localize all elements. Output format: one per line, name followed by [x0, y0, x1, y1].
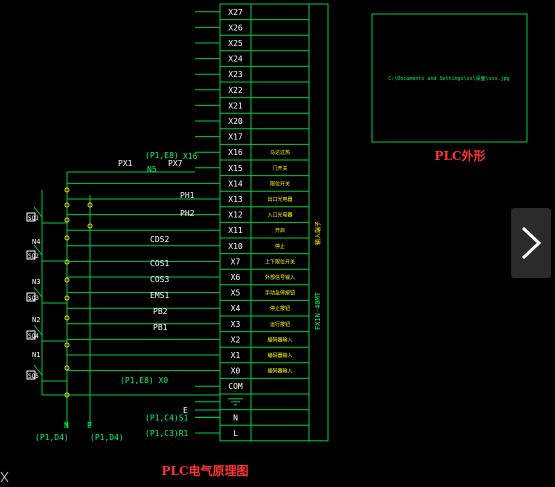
terminal-desc-x13: 出口光电器 [267, 196, 292, 203]
terminal-desc-x14: 限位开关 [270, 180, 290, 187]
terminal-label-n: N [233, 413, 238, 422]
terminal-label-x12: X12 [228, 211, 243, 220]
terminal-label-x1: X1 [231, 351, 241, 360]
label-sq: SQ5 [28, 373, 39, 380]
label-ref-top: (P1,E8) [145, 151, 179, 160]
label-ems1: EMS1 [150, 291, 169, 300]
terminal-label-com: COM [228, 382, 243, 391]
plc-schematic-title: PLC电气原理图 [161, 463, 248, 478]
label-bus-p: P [87, 421, 92, 430]
chevron-right-icon [521, 226, 542, 260]
terminal-label-x14: X14 [228, 179, 243, 188]
terminal-label-x7: X7 [231, 257, 241, 266]
terminal-desc-x11: 开启 [275, 227, 285, 234]
label-cos1: COS1 [150, 259, 169, 268]
label-ph2: PH2 [180, 209, 195, 218]
label-sq: SQ4 [28, 333, 39, 340]
plc-image-path: C:\Documents and Settings\ss\桌面\sss.jpg [388, 75, 509, 82]
plc-outline-title: PLC外形 [434, 148, 485, 163]
terminal-desc-x16: 马达过热 [270, 149, 290, 156]
label-x16-ref: X16 [183, 152, 198, 161]
terminal-block: X27 X26 X25 X24 X23 X22 X21 X20 X17 X16 马达过热 X15 门开关… [195, 3, 329, 442]
terminal-label-x6: X6 [231, 273, 241, 282]
terminal-label-x10: X10 [228, 242, 243, 251]
terminal-label-x13: X13 [228, 195, 243, 204]
label-n: N3 [32, 278, 40, 286]
label-ref-r1: (P1,C3)R1 [145, 429, 189, 438]
label-pb2: PB2 [153, 307, 168, 316]
terminal-desc-x4: 停止按钮 [270, 305, 290, 312]
terminal-label-x23: X23 [228, 70, 243, 79]
terminal-label-x11: X11 [228, 226, 243, 235]
label-n: N1 [32, 351, 40, 359]
terminal-label-x27: X27 [228, 8, 243, 17]
label-px7: PX7 [168, 159, 183, 168]
terminal-label-x20: X20 [228, 117, 243, 126]
terminal-label-x5: X5 [231, 289, 241, 298]
label-n5: N5 [147, 165, 157, 174]
terminal-label-x15: X15 [228, 164, 243, 173]
terminal-label-x24: X24 [228, 55, 243, 64]
terminal-desc-x1: 编码器输入 [267, 352, 292, 359]
terminal-desc-x6: 外部信号输入 [265, 274, 295, 281]
label-sq: SQ3 [28, 295, 39, 302]
label-sq: SQ2 [28, 253, 39, 260]
label-ph1: PH1 [180, 191, 195, 200]
label-px1: PX1 [118, 159, 133, 168]
terminal-label-x2: X2 [231, 335, 241, 344]
terminal-desc-x10: 停止 [275, 243, 285, 250]
next-slide-button[interactable] [511, 208, 551, 278]
label-cds2: CDS2 [150, 235, 169, 244]
terminal-label-l: L [233, 429, 238, 438]
label-bus-n: N [64, 421, 69, 430]
terminal-label-x4: X4 [231, 304, 241, 313]
terminal-label-x16: X16 [228, 148, 243, 157]
label-n: N2 [32, 316, 40, 324]
label-e: E [183, 406, 188, 415]
terminal-label-x17: X17 [228, 133, 243, 142]
terminal-desc-x7: 上下限位开关 [265, 258, 295, 265]
plc-side-label: 输入端子 [314, 221, 322, 245]
label-ref-left: (P1,D4) [35, 433, 69, 442]
label-n: N4 [32, 238, 40, 246]
terminal-desc-x12: 入口光电器 [267, 212, 292, 219]
label-ref-x0: (P1,E8) X0 [120, 376, 168, 385]
terminal-label-x22: X22 [228, 86, 243, 95]
terminal-desc-x0: 编码器输入 [267, 368, 292, 375]
terminal-desc-x15: 门开关 [272, 165, 287, 172]
terminal-label-x26: X26 [228, 23, 243, 32]
label-cos3: COS3 [150, 275, 169, 284]
terminal-desc-x3: 运行按钮 [270, 321, 290, 328]
label-sq: SQ1 [28, 215, 39, 222]
terminal-label-x21: X21 [228, 101, 243, 110]
terminal-desc-x2: 编码器输入 [267, 336, 292, 343]
plc-model-label: FX1N-40MT [314, 291, 322, 330]
schematic-canvas: X27 X26 X25 X24 X23 X22 X21 X20 X17 X16 马达过热 X15 门开关… [26, 3, 528, 478]
component-labels: PX1 PX7 N5 (P1,E8) X16 PH1 PH2 CDS2 COS1 COS3 EMS1… [28, 151, 198, 442]
label-pb1: PB1 [153, 323, 168, 332]
terminal-desc-x5: 手动急停按钮 [265, 290, 295, 297]
terminal-label-x25: X25 [228, 39, 243, 48]
label-ref-s1: (P1,C4)S1 [145, 413, 189, 422]
terminal-label-x0: X0 [231, 367, 241, 376]
label-ref-right: (P1,D4) [90, 433, 124, 442]
mouse-cursor-icon [0, 471, 9, 483]
terminal-label-x3: X3 [231, 320, 241, 329]
